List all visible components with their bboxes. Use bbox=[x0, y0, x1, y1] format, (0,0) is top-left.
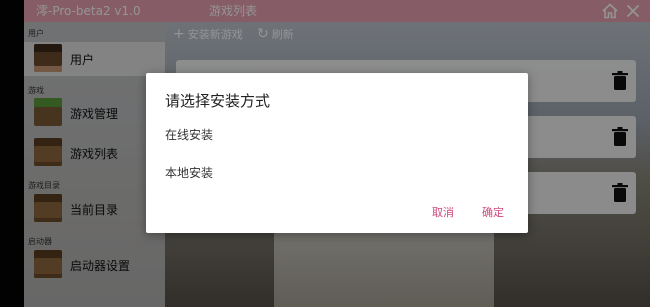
option-local-install[interactable]: 本地安装 bbox=[165, 164, 213, 181]
cancel-button[interactable]: 取消 bbox=[432, 204, 454, 220]
app-root: 澪-Pro-beta2 v1.0 游戏列表 用户 用户 游戏 游戏管理 游戏列表… bbox=[0, 0, 650, 307]
install-method-dialog: 请选择安装方式 在线安装 本地安装 取消 确定 bbox=[146, 73, 528, 233]
option-online-install[interactable]: 在线安装 bbox=[165, 126, 213, 143]
dialog-title: 请选择安装方式 bbox=[165, 92, 271, 110]
confirm-button[interactable]: 确定 bbox=[482, 204, 504, 220]
